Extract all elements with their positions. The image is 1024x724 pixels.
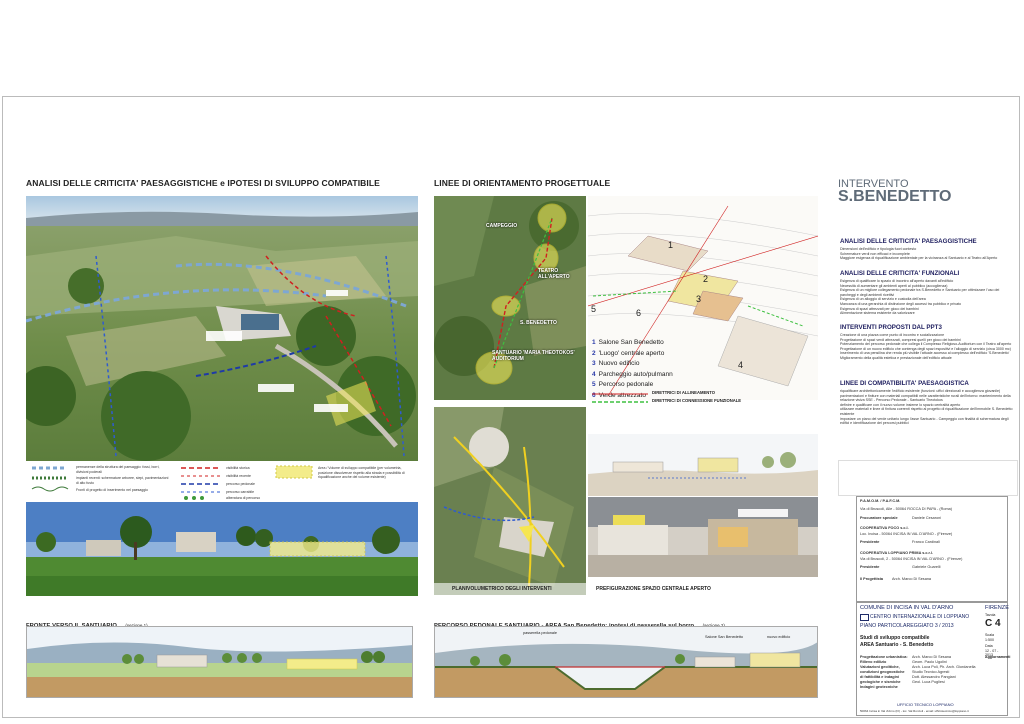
- section1-drawing: [26, 626, 413, 698]
- tb-pres2: Gabriele Guarelli: [912, 565, 941, 569]
- legend-item: Area / Volume di sviluppo compatibile (p…: [318, 466, 405, 480]
- legend-item: impianti recenti: schermature arboree, s…: [76, 476, 169, 485]
- axo-num-2: 2: [703, 274, 709, 284]
- block-item: pavimentazioni e finiture con materiali …: [840, 393, 1011, 403]
- block-item: riqualificare architettonicamente l'edif…: [840, 389, 1001, 393]
- block-item: Miglioramento della qualità estetica e p…: [840, 355, 952, 360]
- block-title: INTERVENTI PROPOSTI DAL PPT3: [840, 324, 942, 331]
- block-title: LINEE DI COMPATIBILITA' PAESAGGISTICA: [840, 380, 969, 387]
- tb-coop2: COOPERATIVA LOPPIANO PRIMA s.c.r.l.: [860, 551, 933, 555]
- section2-label: passerella pedonale: [523, 631, 557, 635]
- title-block-upper: P.A.M.O.M. / P.A.F.C.M. Via di Bruscoli,…: [856, 496, 1008, 602]
- legend-item: Fronti di progetto di inserimento nel pa…: [76, 488, 148, 492]
- legend-item: visibilità storica: [226, 466, 250, 470]
- tb-credits-values: Arch. Marco Di Sesana Geom. Paolo Ugolin…: [912, 655, 976, 684]
- map-label-santuario: SANTUARIO 'MARIA THEOTOKOS' AUDITORIUM: [492, 350, 575, 362]
- tb-proc-value: Daniele Cesaroni: [912, 516, 942, 520]
- list-item: 2 'Luogo' centrale aperto: [592, 349, 665, 357]
- tb-ufficio: UFFICIO TECNICO LOPPIANO: [897, 702, 954, 707]
- list-item: 1 Salone San Benedetto: [592, 339, 664, 346]
- section2-drawing: passerella pedonale Salone San Benedetto…: [434, 626, 818, 698]
- planivolumetrico-map: [434, 407, 586, 595]
- axo-num-6: 6: [636, 308, 642, 318]
- intervento-name: S.BENEDETTO: [838, 188, 952, 205]
- axo-num-3: 3: [696, 294, 702, 304]
- tb-tavola: C 4: [985, 618, 1001, 629]
- tb-studi: Studi di sviluppo compatibile: [860, 635, 930, 641]
- tb-area: AREA Santuario - S. Benedetto: [860, 642, 934, 648]
- tb-prog-value: Arch. Marco Di Sesana: [892, 577, 932, 581]
- tb-agg-label: Aggiornamenti: [985, 655, 1011, 659]
- block-item: Alimentazione sistema esistente da valor…: [840, 311, 915, 316]
- tb-ufficio-addr: 50064 Incisa in Val d'Arno (FI) - loc. V…: [860, 709, 969, 713]
- tb-pres2-label: Presidente: [860, 565, 880, 569]
- compatibilita-paesaggistica: LINEE DI COMPATIBILITA' PAESAGGISTICA ri…: [840, 380, 1015, 426]
- legend-item: permanenze della struttura del paesaggio…: [76, 465, 160, 474]
- tb-org: P.A.M.O.M. / P.A.F.C.M.: [860, 499, 901, 503]
- legend-item: percorso pedonale: [226, 482, 255, 486]
- axo-num-4: 4: [738, 360, 744, 370]
- left-legend: permanenze della struttura del paesaggio…: [26, 464, 418, 500]
- planivolumetrico-caption: PLANIVOLUMETRICO DEGLI INTERVENTI: [452, 586, 552, 592]
- tb-scala: 1:500: [985, 638, 994, 642]
- section-sketch: [588, 434, 818, 496]
- criticita-paesaggistiche: ANALISI DELLE CRITICITA' PAESAGGISTICHE …: [840, 238, 1015, 261]
- tb-centro: CENTRO INTERNAZIONALE DI LOPPIANO: [870, 614, 970, 620]
- title-block-lower: COMUNE DI INCISA IN VAL D'ARNO FIRENZE C…: [856, 602, 1011, 716]
- legend-item: alberatura di percorso: [226, 496, 261, 500]
- direttrici-legend-lines: [592, 393, 648, 403]
- map-label-campeggio: CAMPEGGIO: [486, 223, 518, 229]
- criticita-funzionali: ANALISI DELLE CRITICITA' FUNZIONALI Esig…: [840, 270, 1015, 316]
- list-item: 3 Nuovo edificio: [592, 360, 640, 367]
- front-photo: [26, 502, 418, 596]
- blank-frame: [838, 460, 1018, 496]
- tb-pres1-label: Presidente: [860, 540, 880, 544]
- tb-proc-label: Procuratore speciale: [860, 516, 898, 520]
- tb-pres1: Franco Cardinali: [912, 540, 940, 544]
- left-title: ANALISI DELLE CRITICITA' PAESAGGISTICHE …: [26, 178, 380, 188]
- map-label-benedetto: S. BENEDETTO: [520, 320, 557, 326]
- tb-coop1: COOPERATIVA FOCO s.c.l.: [860, 526, 909, 530]
- prefigurazione-caption: PREFIGURAZIONE SPAZIO CENTRALE APERTO: [596, 586, 711, 592]
- block-item: impostare un piano del verde unitario lu…: [840, 416, 1009, 426]
- block-title: ANALISI DELLE CRITICITA' PAESAGGISTICHE: [840, 238, 977, 245]
- tb-prog-label: Il Progettista: [860, 577, 883, 581]
- interventi-ppt3: INTERVENTI PROPOSTI DAL PPT3 Creazione d…: [840, 324, 1015, 361]
- prefigurazione-render: [588, 497, 818, 577]
- list-item: 5 Percorso pedonale: [592, 381, 654, 388]
- tb-credits-labels: Progettazione urbanistica: Rilievo edili…: [860, 655, 908, 689]
- block-item: Maggiore esigenza di riqualificazione am…: [840, 256, 998, 261]
- tb-coop2-addr: Via di Bruscoli, 2 - 50064 INCISA IN VAL…: [860, 557, 963, 561]
- section2-label: Salone San Benedetto: [705, 635, 744, 639]
- tb-tavola-label: Tavola: [985, 613, 996, 617]
- axo-num-5: 5: [591, 304, 597, 314]
- section2-label: nuovo edificio: [767, 635, 791, 639]
- middle-title: LINEE DI ORIENTAMENTO PROGETTUALE: [434, 178, 611, 188]
- tb-addr: Via di Bruscoli, Alle - 50064 ROCCA DI P…: [860, 507, 953, 511]
- aerial-photo: [26, 196, 418, 461]
- tb-scala-label: Scala: [985, 633, 994, 637]
- tb-firenze: FIRENZE: [985, 605, 1009, 611]
- tb-piano: PIANO PARTICOLAREGGIATO 3 / 2013: [860, 623, 954, 629]
- axo-num-1: 1: [668, 240, 674, 250]
- legend-item: percorso carrabile: [226, 490, 255, 494]
- direttrice-connessione: DIRETTRICI DI CONNESSIONE FUNZIONALE: [652, 398, 742, 403]
- block-title: ANALISI DELLE CRITICITA' FUNZIONALI: [840, 270, 960, 277]
- tb-coop1-addr: Loc. Incisa - 50064 INCISA IN VAL D'ARNO…: [860, 532, 953, 536]
- centro-logo-icon: [860, 614, 869, 621]
- list-item: 4 Parcheggio auto/pulmann: [592, 370, 673, 378]
- tb-comune: COMUNE DI INCISA IN VAL D'ARNO: [860, 605, 954, 611]
- map-label-teatro: TEATRO ALL'APERTO: [538, 268, 570, 280]
- direttrice-allineamento: DIRETTRICI DI ALLINEAMENTO: [652, 390, 716, 395]
- legend-item: visibilità recente: [226, 474, 251, 478]
- block-item: utilizzare materiali e linee di finitura…: [840, 407, 1013, 416]
- block-item: Esigenza di un migliore collegamento ped…: [840, 288, 1000, 297]
- tb-data-label: Data: [985, 644, 993, 648]
- orientation-map: CAMPEGGIO TEATRO ALL'APERTO S. BENEDETTO…: [434, 196, 586, 400]
